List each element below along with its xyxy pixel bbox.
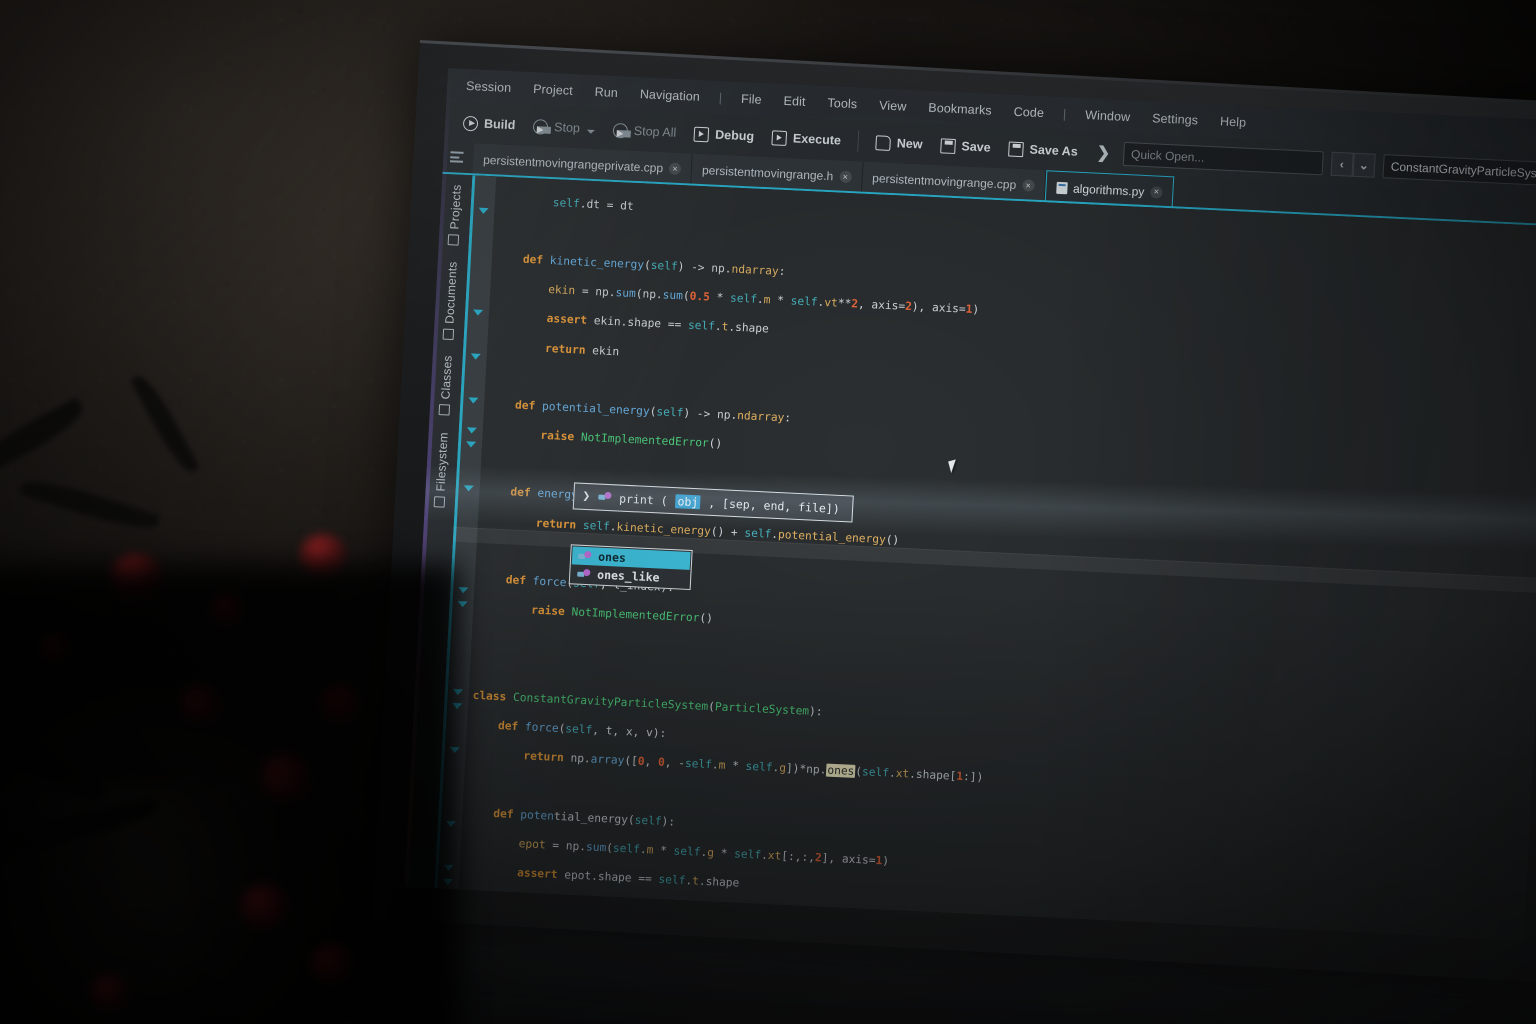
menu-item-project[interactable]: Project	[522, 78, 585, 103]
debug-button[interactable]: Debug	[686, 122, 763, 149]
fold-arrow-icon[interactable]	[478, 207, 489, 215]
save-button[interactable]: Save	[932, 133, 999, 159]
tab-list-menu-icon[interactable]	[449, 150, 465, 165]
new-label: New	[896, 136, 923, 152]
fold-arrow-icon[interactable]	[470, 353, 481, 360]
stop-all-label: Stop All	[633, 123, 677, 140]
function-icon	[577, 568, 591, 580]
nav-back-button[interactable]: ‹	[1330, 151, 1354, 177]
stop-all-icon	[612, 122, 629, 139]
menu-separator-2: |	[1062, 107, 1067, 122]
foreground-shadow	[0, 564, 460, 1024]
save-label: Save	[961, 139, 992, 155]
toolbar-overflow-icon[interactable]: ❯	[1087, 142, 1119, 163]
fold-arrow-icon[interactable]	[468, 397, 479, 404]
calltip-arrow-icon[interactable]: ❯	[582, 489, 591, 504]
new-button[interactable]: New	[867, 130, 931, 156]
play-circle-icon	[462, 115, 479, 131]
quick-open-input[interactable]: Quick Open...	[1122, 141, 1324, 176]
sidebar-item-label: Filesystem	[433, 431, 451, 492]
debug-icon	[693, 126, 710, 142]
close-icon[interactable]: ×	[1021, 179, 1035, 192]
save-as-button[interactable]: Save As	[1000, 137, 1086, 164]
calltip-suffix: , [sep, end, file])	[707, 495, 841, 516]
ide-window: Session Project Run Navigation | File Ed…	[404, 68, 1536, 940]
function-icon	[598, 492, 612, 504]
menu-item-window[interactable]: Window	[1074, 104, 1142, 129]
autocomplete-item-label: ones_like	[596, 567, 660, 585]
foreground-plant	[0, 370, 460, 1024]
plant-branch	[130, 370, 200, 478]
menu-item-edit[interactable]: Edit	[772, 89, 817, 113]
symbol-navigator-value: ConstantGravityParticleSystem::pot	[1390, 159, 1536, 183]
autocomplete-popup[interactable]: ones ones_like	[568, 544, 693, 590]
quick-open-placeholder: Quick Open...	[1130, 147, 1205, 165]
menu-item-help[interactable]: Help	[1208, 110, 1257, 134]
filesystem-icon	[434, 495, 446, 508]
code-editor[interactable]: self.dt = dt def kinetic_energy(self) ->…	[434, 175, 1536, 940]
sidebar-item-classes[interactable]: Classes	[437, 355, 455, 417]
menu-item-view[interactable]: View	[868, 94, 918, 118]
plant-branch	[0, 397, 90, 477]
menu-item-code[interactable]: Code	[1002, 100, 1055, 124]
tab-label: persistentmovingrange.cpp	[871, 171, 1017, 192]
build-label: Build	[483, 116, 516, 133]
save-icon	[940, 137, 956, 154]
sidebar-item-label: Classes	[438, 355, 455, 401]
calltip-prefix: print (	[618, 491, 668, 508]
close-icon[interactable]: ×	[1150, 185, 1163, 199]
new-file-icon	[875, 134, 892, 151]
menu-item-bookmarks[interactable]: Bookmarks	[917, 96, 1003, 122]
stop-button[interactable]: Stop	[525, 114, 604, 141]
menu-item-tools[interactable]: Tools	[816, 91, 869, 115]
tab-label: persistentmovingrange.h	[701, 163, 834, 184]
fold-arrow-icon[interactable]	[472, 309, 484, 316]
sidebar-item-documents[interactable]: Documents	[442, 261, 460, 341]
python-file-icon	[1055, 181, 1068, 194]
plant-branch	[20, 472, 160, 538]
symbol-navigator-field[interactable]: ConstantGravityParticleSystem::pot	[1382, 154, 1536, 187]
stop-all-button[interactable]: Stop All	[604, 118, 685, 145]
nav-dropdown-button[interactable]: ⌄	[1352, 152, 1376, 178]
menu-item-file[interactable]: File	[730, 87, 774, 111]
fold-arrow-icon[interactable]	[465, 441, 477, 448]
sidebar-item-filesystem[interactable]: Filesystem	[433, 431, 451, 508]
classes-icon	[438, 404, 451, 417]
sidebar-item-label: Projects	[447, 184, 464, 230]
fold-arrow-icon[interactable]	[463, 485, 474, 492]
build-button[interactable]: Build	[455, 111, 524, 137]
toolbar-divider-1	[857, 130, 860, 153]
menu-item-run[interactable]: Run	[583, 80, 629, 104]
calltip-active-param: obj	[675, 493, 701, 509]
save-as-icon	[1008, 141, 1025, 157]
stop-label: Stop	[553, 120, 581, 136]
function-icon	[578, 550, 592, 562]
close-icon[interactable]: ×	[838, 170, 852, 184]
menu-separator-1: |	[718, 90, 723, 105]
photo-scene: HUAWEI Session Project Run Navigation | …	[0, 0, 1536, 1024]
tab-label: algorithms.py	[1072, 181, 1145, 199]
menu-item-session[interactable]: Session	[455, 74, 523, 99]
debug-label: Debug	[714, 127, 755, 144]
documents-icon	[443, 328, 455, 341]
tab-label: persistentmovingrangeprivate.cpp	[482, 152, 664, 176]
projects-icon	[448, 234, 460, 246]
chevron-down-icon[interactable]	[586, 129, 595, 134]
execute-icon	[771, 129, 788, 146]
menu-item-settings[interactable]: Settings	[1141, 107, 1210, 132]
execute-button[interactable]: Execute	[763, 125, 849, 152]
close-icon[interactable]: ×	[668, 162, 682, 176]
execute-label: Execute	[792, 131, 842, 148]
sidebar-item-label: Documents	[442, 261, 460, 325]
menu-item-navigation[interactable]: Navigation	[628, 83, 711, 109]
stop-icon	[532, 118, 549, 135]
autocomplete-item-label: ones	[597, 549, 627, 565]
laptop-screen: Session Project Run Navigation | File Ed…	[404, 68, 1536, 940]
fold-arrow-icon[interactable]	[466, 427, 477, 434]
sidebar-item-projects[interactable]: Projects	[447, 184, 464, 246]
save-as-label: Save As	[1029, 142, 1079, 159]
